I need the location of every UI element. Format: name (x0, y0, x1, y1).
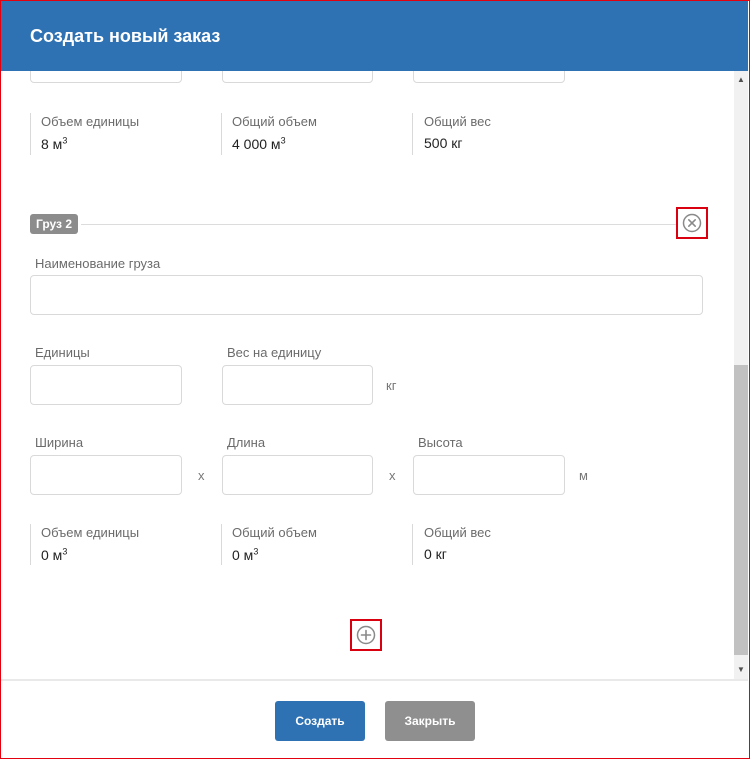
vertical-scrollbar[interactable]: ▲ ▼ (734, 71, 748, 679)
times-sign: x (389, 468, 396, 483)
weight-per-unit-input[interactable] (222, 365, 373, 405)
remove-cargo-button[interactable] (676, 207, 708, 239)
divider (221, 524, 222, 565)
total-weight-label: Общий вес (424, 525, 491, 540)
section-divider (81, 224, 678, 225)
divider (30, 113, 31, 155)
total-volume-label: Общий объем (232, 114, 317, 129)
modal-header: Создать новый заказ (1, 1, 748, 71)
units-label: Единицы (35, 345, 90, 360)
height-input[interactable] (413, 455, 565, 495)
cargo1-length-input[interactable] (222, 71, 373, 83)
scroll-down-arrow-icon[interactable]: ▼ (734, 663, 748, 677)
scrollbar-thumb[interactable] (734, 365, 748, 655)
total-weight-value: 0 кг (424, 546, 447, 562)
cargo-name-label: Наименование груза (35, 256, 161, 271)
scroll-up-arrow-icon[interactable]: ▲ (734, 73, 748, 87)
width-input[interactable] (30, 455, 182, 495)
modal-title: Создать новый заказ (30, 26, 221, 46)
length-label: Длина (227, 435, 266, 450)
total-volume-value: 0 м3 (232, 546, 259, 563)
modal-body: Объем единицы 8 м3 Общий объем 4 000 м3 … (1, 71, 734, 679)
unit-volume-value: 8 м3 (41, 135, 68, 152)
width-label: Ширина (35, 435, 84, 450)
dimension-unit-label: м (579, 468, 588, 483)
divider (412, 524, 413, 565)
divider (412, 113, 413, 155)
unit-volume-label: Объем единицы (41, 525, 140, 540)
unit-volume-label: Объем единицы (41, 114, 140, 129)
units-input[interactable] (30, 365, 182, 405)
cargo1-width-input[interactable] (30, 71, 182, 83)
create-button[interactable]: Создать (275, 701, 365, 741)
add-cargo-button[interactable] (350, 619, 382, 651)
weight-per-unit-label: Вес на единицу (227, 345, 322, 360)
footer-divider (1, 679, 748, 681)
cargo1-height-input[interactable] (413, 71, 565, 83)
times-sign: x (198, 468, 205, 483)
total-volume-label: Общий объем (232, 525, 317, 540)
divider (221, 113, 222, 155)
close-button[interactable]: Закрыть (385, 701, 475, 741)
weight-unit-label: кг (386, 378, 397, 393)
height-label: Высота (418, 435, 463, 450)
cargo-2-badge: Груз 2 (30, 214, 79, 234)
cargo-name-input[interactable] (30, 275, 703, 315)
unit-volume-value: 0 м3 (41, 546, 68, 563)
length-input[interactable] (222, 455, 373, 495)
total-volume-value: 4 000 м3 (232, 135, 286, 152)
total-weight-value: 500 кг (424, 135, 463, 151)
close-circle-icon (682, 213, 702, 233)
divider (30, 524, 31, 565)
total-weight-label: Общий вес (424, 114, 491, 129)
plus-circle-icon (356, 625, 376, 645)
